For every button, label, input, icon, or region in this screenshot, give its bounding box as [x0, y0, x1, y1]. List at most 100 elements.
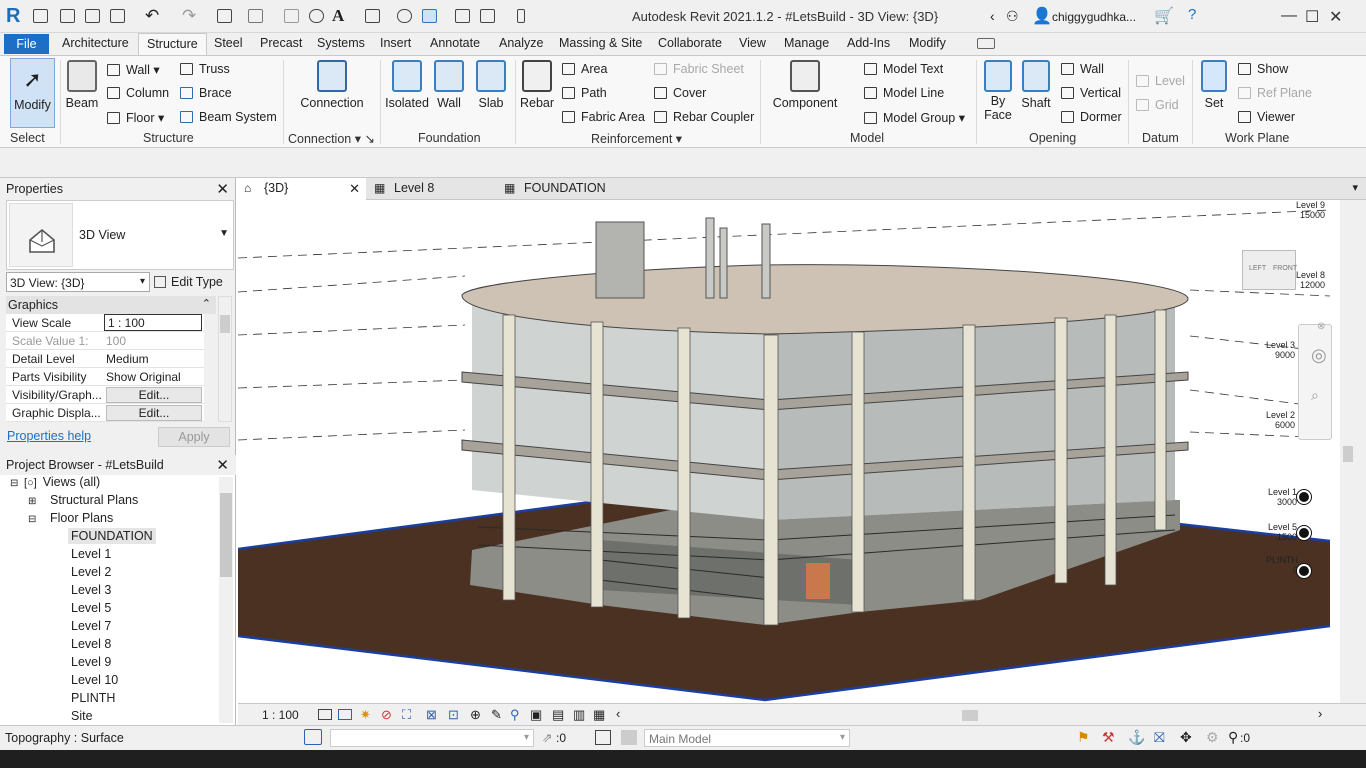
properties-scrollbar[interactable] — [218, 296, 232, 422]
floor-button[interactable]: Floor ▾ — [107, 110, 164, 125]
lock-view-icon[interactable]: ⊕ — [470, 707, 481, 723]
view-tab-level-8[interactable]: ▦ Level 8 — [368, 178, 496, 200]
cart-icon[interactable]: 🛒 — [1154, 6, 1174, 26]
tag-icon[interactable] — [309, 9, 324, 23]
connection-button[interactable]: Connection — [298, 60, 366, 124]
ref-plane-button[interactable]: Ref Plane — [1238, 86, 1312, 100]
revit-logo-icon[interactable]: R — [6, 5, 26, 27]
level-marker-level-8[interactable]: Level 8 12000 — [1296, 270, 1325, 290]
prop-detail-level[interactable]: Detail Level Medium — [6, 350, 204, 368]
tab-analyze[interactable]: Analyze — [497, 36, 545, 50]
sync-icon[interactable] — [110, 9, 125, 23]
set-workplane-button[interactable]: Set — [1198, 60, 1230, 124]
background-processes-icon[interactable]: ⚙ — [1206, 729, 1219, 746]
tab-precast[interactable]: Precast — [258, 36, 304, 50]
select-pinned-icon[interactable]: ⚓ — [1128, 729, 1145, 746]
show-crop-icon[interactable]: ⊡ — [448, 707, 459, 723]
save-icon[interactable] — [85, 9, 100, 23]
worksharing-icon[interactable]: ▤ — [552, 707, 564, 723]
user-icon[interactable]: 👤 — [1032, 6, 1052, 26]
viewcube[interactable]: LEFT FRONT — [1242, 250, 1297, 290]
building-3d-model[interactable] — [238, 200, 1340, 703]
scroll-thumb[interactable] — [220, 493, 232, 577]
new-file-icon[interactable] — [33, 9, 48, 23]
sections-icon[interactable] — [397, 9, 412, 23]
model-text-button[interactable]: Model Text — [864, 62, 943, 76]
close-window-icon[interactable]: ✕ — [1329, 7, 1342, 27]
chevron-left-icon[interactable]: ‹ — [616, 706, 620, 721]
minimize-icon[interactable]: — — [1281, 7, 1297, 25]
tree-structural-plans[interactable]: ⊞ Structural Plans — [28, 493, 138, 507]
level-marker-level-2[interactable]: Level 2 6000 — [1266, 410, 1295, 430]
default-3d-view-icon[interactable] — [365, 9, 380, 23]
tab-menu-icon[interactable]: ▾ — [1352, 181, 1358, 194]
shadows-icon[interactable]: ⊘ — [381, 707, 392, 723]
instance-selector[interactable]: 3D View: {3D} ▾ — [6, 272, 150, 292]
visual-style-icon[interactable] — [338, 709, 352, 720]
brace-button[interactable]: Brace — [180, 86, 232, 100]
tree-floor-plans[interactable]: ⊟ Floor Plans — [28, 511, 113, 525]
render-icon[interactable]: ⛶ — [402, 707, 411, 723]
redo-icon[interactable]: ↷ — [182, 6, 196, 26]
rebar-button[interactable]: Rebar — [518, 60, 556, 124]
wall-opening-button[interactable]: Wall — [1061, 62, 1104, 76]
design-option-set-icon[interactable] — [621, 730, 637, 745]
tab-structure[interactable]: Structure — [138, 33, 207, 55]
tree-item-level-9[interactable]: Level 9 — [71, 655, 111, 669]
tab-insert[interactable]: Insert — [378, 36, 413, 50]
connection-panel-label[interactable]: Connection ▾ ↘ — [288, 131, 375, 146]
graphics-section-header[interactable]: Graphics ⌃ — [6, 296, 216, 314]
wall-foundation-button[interactable]: Wall — [432, 60, 466, 124]
tree-item-foundation[interactable]: FOUNDATION — [68, 528, 156, 544]
binoculars-icon[interactable]: ⚇ — [1006, 8, 1019, 25]
steering-wheel-icon[interactable]: ◎ — [1311, 345, 1327, 366]
reinforcement-panel-label[interactable]: Reinforcement ▾ — [591, 131, 682, 146]
select-links-icon[interactable]: ⚑ — [1077, 729, 1090, 746]
select-by-face-icon[interactable]: ⛝ — [1154, 729, 1165, 746]
tab-collaborate[interactable]: Collaborate — [656, 36, 724, 50]
tab-add-ins[interactable]: Add-Ins — [845, 36, 892, 50]
chevron-right-icon[interactable]: › — [1318, 706, 1322, 721]
truss-button[interactable]: Truss — [180, 62, 230, 76]
model-line-button[interactable]: Model Line — [864, 86, 944, 100]
path-reinforcement-button[interactable]: Path — [562, 86, 607, 100]
zoom-icon[interactable]: ⌕ — [1311, 387, 1319, 404]
scroll-thumb[interactable] — [220, 315, 230, 333]
component-button[interactable]: Component — [772, 60, 838, 124]
type-selector[interactable]: 3D View ▼ — [6, 200, 234, 270]
isolated-foundation-button[interactable]: Isolated — [384, 60, 430, 124]
prop-parts-visibility[interactable]: Parts Visibility Show Original — [6, 368, 204, 386]
tab-steel[interactable]: Steel — [212, 36, 245, 50]
text-icon[interactable]: A — [332, 6, 344, 26]
workset-dropdown[interactable]: ▾ — [330, 729, 534, 747]
navigation-bar[interactable]: ◎ ⌕ ⊗ — [1298, 321, 1332, 440]
detail-level-icon[interactable] — [318, 709, 332, 720]
undo-icon[interactable]: ↶ — [145, 6, 159, 26]
level-marker-level-1[interactable]: Level 1 3000 — [1268, 487, 1297, 507]
view-scale-input[interactable]: 1 : 100 — [104, 314, 202, 331]
level-marker-plinth[interactable]: PLINTH 0 — [1266, 555, 1298, 575]
thin-lines-icon[interactable] — [422, 9, 437, 23]
level-marker-level-3[interactable]: Level 3 9000 — [1266, 340, 1295, 360]
temporary-properties-icon[interactable]: ▣ — [530, 707, 542, 723]
view-scale-label[interactable]: 1 : 100 — [262, 708, 299, 722]
slab-foundation-button[interactable]: Slab — [472, 60, 510, 124]
level-marker-level-9[interactable]: Level 9 15000 — [1296, 200, 1325, 220]
close-browser-icon[interactable]: ✕ — [216, 456, 229, 474]
tree-item-level-7[interactable]: Level 7 — [71, 619, 111, 633]
model-group-button[interactable]: Model Group ▾ — [864, 110, 965, 125]
switch-windows-icon[interactable] — [480, 9, 495, 23]
view-tab-foundation[interactable]: ▦ FOUNDATION — [498, 178, 648, 200]
measure-icon[interactable] — [248, 9, 263, 23]
by-face-button[interactable]: By Face — [982, 60, 1014, 124]
fabric-sheet-button[interactable]: Fabric Sheet — [654, 62, 744, 76]
close-hidden-windows-icon[interactable] — [455, 9, 470, 23]
tree-item-level-10[interactable]: Level 10 — [71, 673, 118, 687]
tab-systems[interactable]: Systems — [315, 36, 367, 50]
tree-item-level-8[interactable]: Level 8 — [71, 637, 111, 651]
tree-item-level-3[interactable]: Level 3 — [71, 583, 111, 597]
browser-scrollbar[interactable] — [219, 477, 233, 723]
tree-item-plinth[interactable]: PLINTH — [71, 691, 115, 705]
tab-manage[interactable]: Manage — [782, 36, 831, 50]
rebar-coupler-button[interactable]: Rebar Coupler — [654, 110, 754, 124]
